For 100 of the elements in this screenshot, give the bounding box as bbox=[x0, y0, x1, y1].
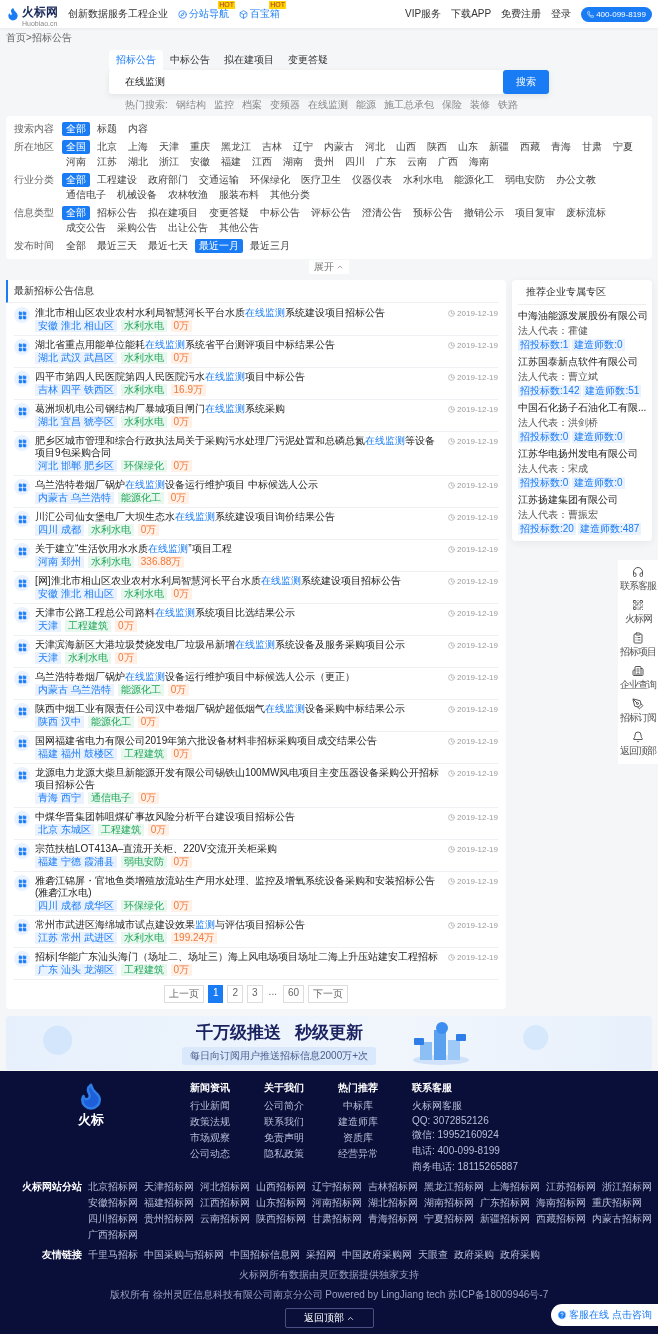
filter-option[interactable]: 内容 bbox=[124, 122, 152, 136]
company-name-link[interactable]: 江苏华电扬州发电有限公司 bbox=[518, 447, 646, 461]
filter-option[interactable]: 招标公告 bbox=[93, 206, 141, 220]
filter-option[interactable]: 江西 bbox=[248, 155, 276, 169]
filter-option[interactable]: 成交公告 bbox=[62, 221, 110, 235]
branch-site-link[interactable]: 重庆招标网 bbox=[592, 1196, 642, 1210]
branch-site-link[interactable]: 江西招标网 bbox=[200, 1196, 250, 1210]
hot-search-link[interactable]: 能源 bbox=[355, 98, 376, 112]
filter-option[interactable]: 海南 bbox=[465, 155, 493, 169]
branch-site-link[interactable]: 陕西招标网 bbox=[256, 1212, 306, 1226]
nav-menu[interactable]: 百宝箱 bbox=[239, 7, 280, 21]
search-tab[interactable]: 中标公告 bbox=[163, 50, 217, 70]
branch-site-link[interactable]: 浙江招标网 bbox=[602, 1180, 652, 1194]
branch-site-link[interactable]: 新疆招标网 bbox=[480, 1212, 530, 1226]
filter-option[interactable]: 最近三天 bbox=[93, 239, 141, 253]
tender-title-link[interactable]: 乌兰浩特卷烟厂锅炉在线监测设备运行维护项目中标候选人公示（更正） bbox=[35, 671, 444, 683]
branch-site-link[interactable]: 河南招标网 bbox=[312, 1196, 362, 1210]
page-button[interactable]: 1 bbox=[207, 985, 224, 1003]
branch-site-link[interactable]: 青海招标网 bbox=[368, 1212, 418, 1226]
page-button[interactable]: 60 bbox=[282, 985, 305, 1003]
friend-link[interactable]: 千里马招标 bbox=[88, 1248, 138, 1262]
hot-search-link[interactable]: 施工总承包 bbox=[383, 98, 434, 112]
footer-link[interactable]: 行业新闻 bbox=[190, 1099, 230, 1113]
tender-title-link[interactable]: 葛洲坝机电公司钢结构厂暴城项目闸门在线监测系统采购 bbox=[35, 403, 444, 415]
top-link[interactable]: VIP服务 bbox=[405, 7, 442, 21]
filter-option[interactable]: 江苏 bbox=[93, 155, 121, 169]
filter-option[interactable]: 中标公告 bbox=[256, 206, 304, 220]
tender-title-link[interactable]: 龙源电力龙源大柴旦新能源开发有限公司锡铁山100MW风电项目主变压器设备采购公开招标项目招标公告 bbox=[35, 767, 444, 791]
filter-option[interactable]: 办公文教 bbox=[552, 173, 600, 187]
hot-search-link[interactable]: 监控 bbox=[213, 98, 234, 112]
filter-option[interactable]: 全部 bbox=[62, 239, 90, 253]
filter-option[interactable]: 四川 bbox=[341, 155, 369, 169]
tender-title-link[interactable]: 陕西中烟工业有限责任公司汉中卷烟厂锅炉超低烟气在线监测设备采购中标结果公示 bbox=[35, 703, 444, 715]
filter-option[interactable]: 陕西 bbox=[423, 140, 451, 154]
filter-option[interactable]: 机械设备 bbox=[113, 188, 161, 202]
hot-search-link[interactable]: 保险 bbox=[441, 98, 462, 112]
branch-site-link[interactable]: 内蒙古招标网 bbox=[592, 1212, 652, 1226]
prev-page-button[interactable]: 上一页 bbox=[163, 985, 204, 1003]
footer-link[interactable]: 隐私政策 bbox=[264, 1147, 304, 1161]
filter-option[interactable]: 最近三月 bbox=[246, 239, 294, 253]
filter-option[interactable]: 政府部门 bbox=[144, 173, 192, 187]
filter-option[interactable]: 全国 bbox=[62, 140, 90, 154]
filter-option[interactable]: 交通运输 bbox=[195, 173, 243, 187]
filter-option[interactable]: 最近七天 bbox=[144, 239, 192, 253]
hot-search-link[interactable]: 铁路 bbox=[497, 98, 518, 112]
branch-site-link[interactable]: 福建招标网 bbox=[144, 1196, 194, 1210]
filter-option[interactable]: 其他公告 bbox=[215, 221, 263, 235]
top-link[interactable]: 下载APP bbox=[451, 7, 492, 21]
filter-option[interactable]: 甘肃 bbox=[578, 140, 606, 154]
friend-link[interactable]: 政府采购 bbox=[454, 1248, 494, 1262]
toolbar-button[interactable]: 返回顶部 bbox=[618, 728, 658, 761]
hot-search-link[interactable]: 在线监测 bbox=[307, 98, 348, 112]
company-name-link[interactable]: 中国石化扬子石油化工有限... bbox=[518, 401, 646, 415]
filter-option[interactable]: 北京 bbox=[93, 140, 121, 154]
filter-option[interactable]: 出让公告 bbox=[164, 221, 212, 235]
filter-option[interactable]: 水利水电 bbox=[399, 173, 447, 187]
tender-title-link[interactable]: 湖北省重点用能单位能耗在线监测系统省平台测评项目中标结果公告 bbox=[35, 339, 444, 351]
filter-option[interactable]: 青海 bbox=[547, 140, 575, 154]
filter-option[interactable]: 山东 bbox=[454, 140, 482, 154]
filter-option[interactable]: 山西 bbox=[392, 140, 420, 154]
filter-option[interactable]: 通信电子 bbox=[62, 188, 110, 202]
nav-menu[interactable]: 分站导航 bbox=[178, 7, 229, 21]
branch-site-link[interactable]: 湖北招标网 bbox=[368, 1196, 418, 1210]
filter-option[interactable]: 废标流标 bbox=[562, 206, 610, 220]
branch-site-link[interactable]: 广西招标网 bbox=[88, 1228, 138, 1242]
filter-option[interactable]: 内蒙古 bbox=[320, 140, 358, 154]
filter-option[interactable]: 拟在建项目 bbox=[144, 206, 202, 220]
filter-option[interactable]: 宁夏 bbox=[609, 140, 637, 154]
filter-option[interactable]: 广西 bbox=[434, 155, 462, 169]
footer-link[interactable]: 经营异常 bbox=[338, 1147, 378, 1161]
filter-option[interactable]: 湖北 bbox=[124, 155, 152, 169]
filter-option[interactable]: 标题 bbox=[93, 122, 121, 136]
tender-title-link[interactable]: [网]淮北市相山区农业农村水利局智慧河长平台水质在线监测系统建设项目招标公告 bbox=[35, 575, 444, 587]
company-name-link[interactable]: 中海油能源发展股份有限公司 bbox=[518, 309, 646, 323]
filter-option[interactable]: 浙江 bbox=[155, 155, 183, 169]
branch-site-link[interactable]: 海南招标网 bbox=[536, 1196, 586, 1210]
tender-title-link[interactable]: 淮北市相山区农业农村水利局智慧河长平台水质在线监测系统建设项目招标公告 bbox=[35, 307, 444, 319]
branch-site-link[interactable]: 山西招标网 bbox=[256, 1180, 306, 1194]
branch-site-link[interactable]: 湖南招标网 bbox=[424, 1196, 474, 1210]
friend-link[interactable]: 中国招标信息网 bbox=[230, 1248, 300, 1262]
branch-site-link[interactable]: 北京招标网 bbox=[88, 1180, 138, 1194]
filter-option[interactable]: 能源化工 bbox=[450, 173, 498, 187]
footer-link[interactable]: 联系我们 bbox=[264, 1115, 304, 1129]
filter-option[interactable]: 贵州 bbox=[310, 155, 338, 169]
filter-option[interactable]: 预标公告 bbox=[409, 206, 457, 220]
branch-site-link[interactable]: 河北招标网 bbox=[200, 1180, 250, 1194]
branch-site-link[interactable]: 安徽招标网 bbox=[88, 1196, 138, 1210]
branch-site-link[interactable]: 上海招标网 bbox=[490, 1180, 540, 1194]
filter-option[interactable]: 全部 bbox=[62, 206, 90, 220]
toolbar-button[interactable]: 火标网 bbox=[618, 596, 658, 629]
branch-site-link[interactable]: 辽宁招标网 bbox=[312, 1180, 362, 1194]
tender-title-link[interactable]: 关于建立“生活饮用水水质在线监测”项目工程 bbox=[35, 543, 444, 555]
filter-option[interactable]: 采购公告 bbox=[113, 221, 161, 235]
footer-link[interactable]: 免责声明 bbox=[264, 1131, 304, 1145]
branch-site-link[interactable]: 天津招标网 bbox=[144, 1180, 194, 1194]
branch-site-link[interactable]: 山东招标网 bbox=[256, 1196, 306, 1210]
tender-title-link[interactable]: 川汇公司仙女堡电厂大坝生态水在线监测系统建设项目询价结果公告 bbox=[35, 511, 444, 523]
tender-title-link[interactable]: 天津滨海新区大港垃圾焚烧发电厂垃圾吊新增在线监测系统设备及服务采购项目公示 bbox=[35, 639, 444, 651]
filter-option[interactable]: 全部 bbox=[62, 122, 90, 136]
tender-title-link[interactable]: 雅砻江锦屏・官地鱼类增殖放流站生产用水处理、监控及增氧系统设备采购和安装招标公告(雅砻江水电) bbox=[35, 875, 444, 899]
